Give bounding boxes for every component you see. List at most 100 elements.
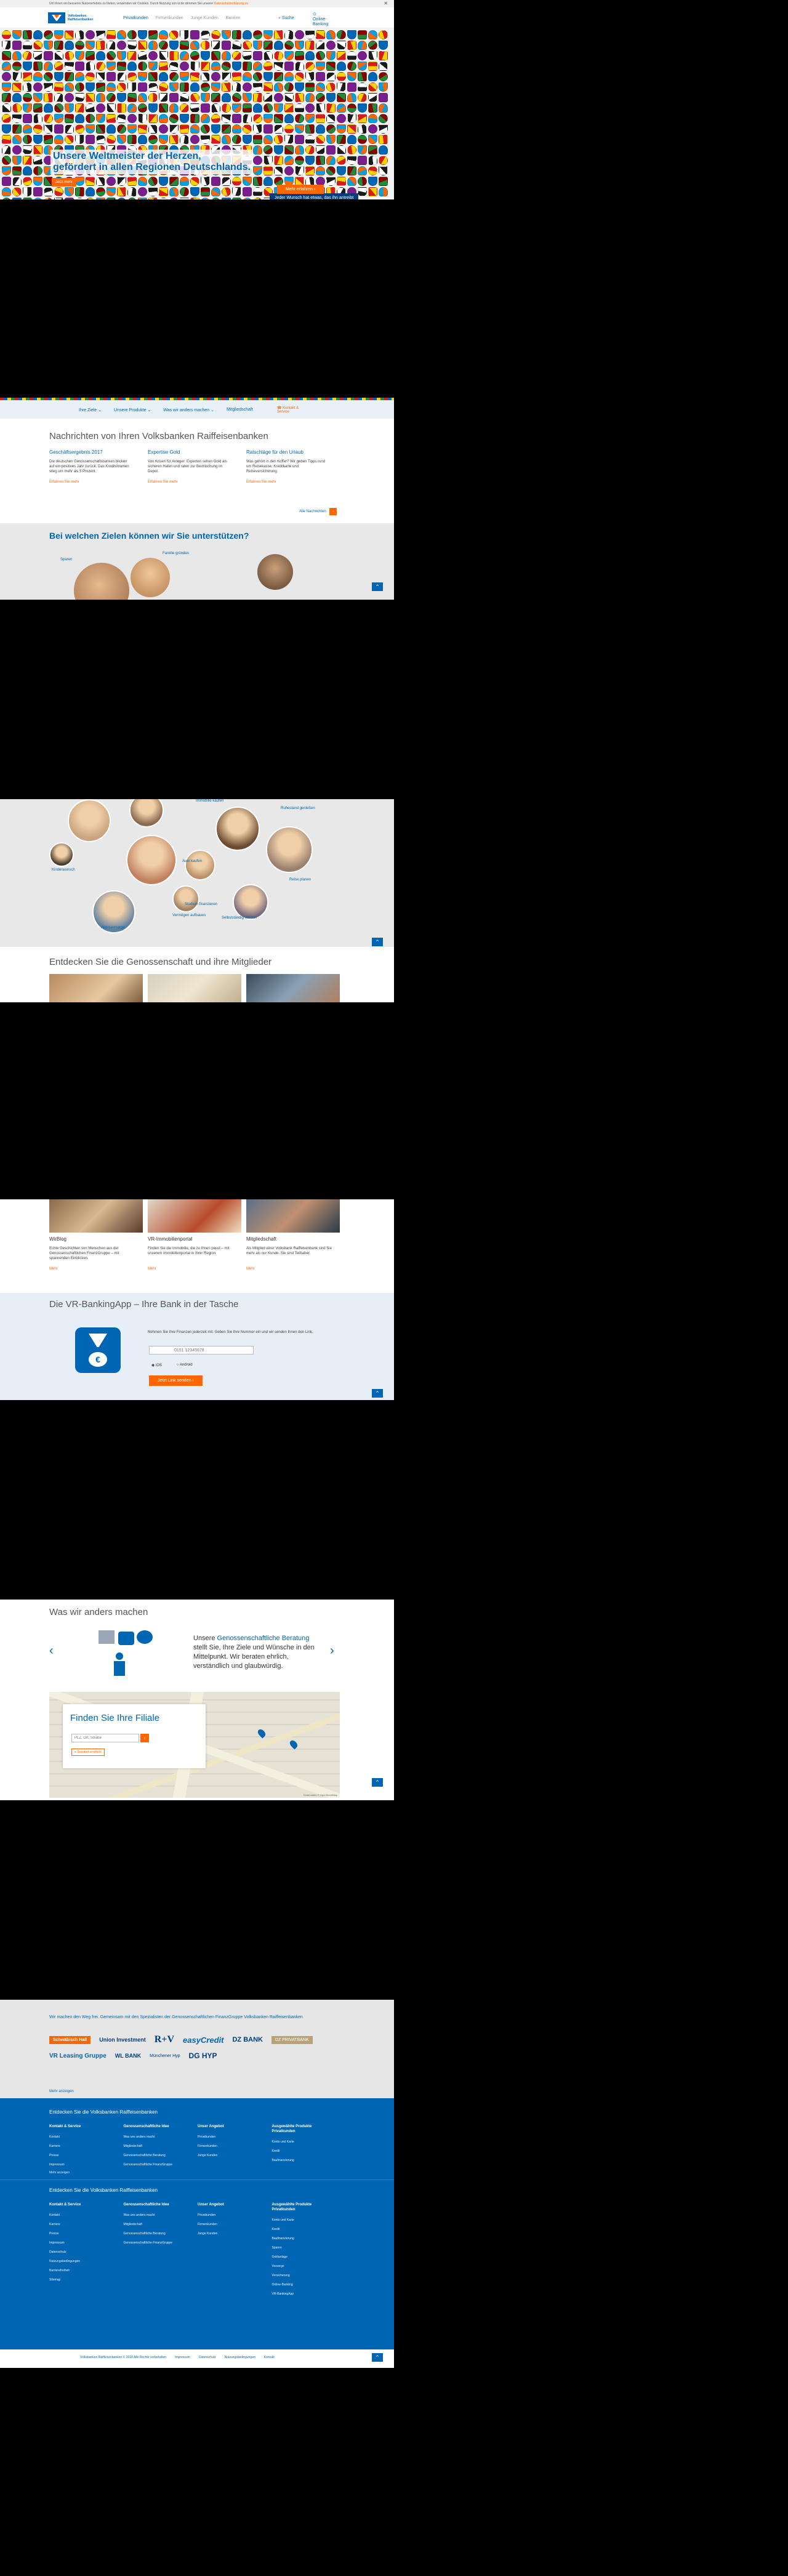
footer-link[interactable]: Sparen [272, 2246, 333, 2250]
partner-logo[interactable]: DZ BANK [232, 2036, 263, 2043]
goal-photo[interactable] [68, 799, 111, 842]
partners-more-link[interactable]: Mehr anzeigen [49, 2090, 74, 2093]
footer-link[interactable]: Junge Kunden [198, 2232, 259, 2236]
hero-left-button[interactable]: Jetzt mehr [52, 178, 77, 187]
ios-radio[interactable]: ◉ iOS [151, 1363, 162, 1367]
goal-label[interactable]: Kinderwunsch [52, 868, 75, 872]
hero-right-button[interactable]: Jeder Wunsch hat etwas, das ihn antreibt [270, 193, 359, 199]
footer-link[interactable]: Konto und Karte [272, 2218, 333, 2222]
send-link-button[interactable]: Jetzt Link senden › [149, 1375, 203, 1386]
search-button[interactable]: ⌕ Suche [278, 16, 294, 21]
goal-label[interactable]: Immobilie kaufen [196, 799, 223, 803]
subnav-mitgliedschaft[interactable]: Mitgliedschaft [227, 408, 253, 413]
footer-link[interactable]: Vorsorge [272, 2264, 333, 2268]
discover-image[interactable] [148, 974, 241, 1002]
partner-logo[interactable]: DG HYP [189, 2051, 217, 2060]
card-title[interactable]: WirBlog [49, 1236, 66, 1242]
carousel-next-button[interactable]: › [330, 1644, 334, 1658]
footer-link[interactable]: Presse [49, 2232, 110, 2236]
contact-service-link[interactable]: ☎ Kontakt & Service [277, 406, 308, 414]
advisory-link[interactable]: Genossenschaftliche Beratung [217, 1635, 310, 1642]
partner-logo[interactable]: DZ PRIVATBANK [271, 2035, 313, 2044]
footer-link[interactable]: Barrierefreiheit [49, 2269, 110, 2272]
footer-link[interactable]: Was uns anders macht [124, 2135, 185, 2139]
goal-photo[interactable] [185, 850, 215, 880]
goal-photo[interactable] [266, 826, 313, 873]
partner-logo[interactable]: easyCredit [183, 2035, 223, 2045]
news-item-link[interactable]: Erfahren Sie mehr [49, 480, 79, 484]
locate-button[interactable]: ⌖ Standort ermitteln [71, 1749, 105, 1756]
goal-photo[interactable] [126, 835, 177, 885]
hero-cta-button[interactable]: Mehr erfahren › [277, 185, 324, 194]
footer-link[interactable]: Mitgliedschaft [124, 2223, 185, 2226]
footer-link[interactable]: Geldanlage [272, 2255, 333, 2259]
goal-label[interactable]: Altersvorsorge [101, 926, 125, 930]
partner-logo[interactable]: VR Leasing Gruppe [49, 2053, 107, 2059]
footer-link[interactable]: Sitemap [49, 2278, 110, 2282]
card-link[interactable]: Mehr [49, 1267, 58, 1271]
carousel-prev-button[interactable]: ‹ [49, 1644, 54, 1658]
footer-link[interactable]: Karriere [49, 2223, 110, 2226]
footer-link[interactable]: Genossenschaftliche Beratung [124, 2232, 185, 2236]
card-title[interactable]: Mitgliedschaft [246, 1236, 276, 1242]
footer-link[interactable]: Impressum [49, 2241, 110, 2245]
news-item-title[interactable]: Expertise Gold [148, 449, 180, 455]
subnav-anders[interactable]: Was wir anders machen ⌄ [163, 408, 214, 413]
scroll-top-button[interactable]: ⌃ [372, 2353, 383, 2362]
discover-image[interactable] [49, 974, 143, 1002]
footer-link[interactable]: Nutzungsbedingungen [49, 2260, 110, 2263]
goal-photo[interactable] [233, 884, 268, 920]
footer-link[interactable]: Presse [49, 2154, 110, 2157]
goal-photo[interactable] [257, 554, 293, 590]
scroll-top-button[interactable]: ⌃ [372, 938, 383, 946]
discover-image[interactable] [246, 974, 340, 1002]
subnav-ziele[interactable]: Ihre Ziele ⌄ [79, 408, 102, 413]
news-item-link[interactable]: Erfahren Sie mehr [246, 480, 276, 484]
all-news-link[interactable]: Alle Nachrichten › [299, 508, 337, 515]
footer-link[interactable]: Karriere [49, 2144, 110, 2148]
goal-photo[interactable] [74, 563, 129, 600]
bottom-link[interactable]: Volksbanken Raiffeisenbanken © 2018 Alle… [80, 2356, 166, 2359]
goal-label-familie[interactable]: Familie gründen [163, 552, 189, 555]
partner-logo[interactable]: Union Investment [99, 2037, 146, 2043]
card-image[interactable] [49, 1199, 143, 1233]
footer-link[interactable]: Kredit [272, 2228, 333, 2231]
footer-link[interactable]: Baufinanzierung [272, 2159, 333, 2162]
partner-logo[interactable]: Schwäbisch Hall [49, 2035, 91, 2044]
footer-link[interactable]: Genossenschaftliche Beratung [124, 2154, 185, 2157]
goal-label-sparen[interactable]: Sparen [60, 558, 72, 561]
cookie-privacy-link[interactable]: Datenschutzerklärung zu [214, 2, 248, 6]
goal-photo[interactable] [172, 885, 199, 912]
footer-link[interactable]: Kontakt [49, 2135, 110, 2139]
partner-logo[interactable]: R+V [155, 2034, 174, 2045]
footer-link[interactable]: VR-BankingApp [272, 2292, 333, 2296]
card-image[interactable] [148, 1199, 241, 1233]
footer-link[interactable]: Baufinanzierung [272, 2237, 333, 2240]
news-item-title[interactable]: Geschäftsergebnis 2017 [49, 449, 103, 455]
footer-link[interactable]: Junge Kunden [198, 2154, 259, 2157]
goal-label[interactable]: Studium finanzieren [185, 903, 217, 906]
goal-photo[interactable] [131, 558, 170, 597]
close-icon[interactable]: ✕ [384, 0, 388, 7]
footer-link[interactable]: Genossenschaftliche FinanzGruppe [124, 2163, 185, 2167]
news-item-title[interactable]: Ratschläge für den Urlaub [246, 449, 304, 455]
scroll-top-button[interactable]: ⌃ [372, 1778, 383, 1787]
subnav-produkte[interactable]: Unsere Produkte ⌄ [114, 408, 151, 413]
footer-show-more[interactable]: Mehr anzeigen [49, 2171, 70, 2175]
bottom-link[interactable]: Kontakt [264, 2356, 275, 2359]
footer-link[interactable]: Kredit [272, 2149, 333, 2153]
footer-link[interactable]: Genossenschaftliche FinanzGruppe [124, 2241, 185, 2245]
footer-link[interactable]: Datenschutz [49, 2250, 110, 2254]
card-title[interactable]: VR-Immobilienportal [148, 1236, 192, 1242]
card-link[interactable]: Mehr [246, 1267, 255, 1271]
footer-link[interactable]: Konto und Karte [272, 2140, 333, 2144]
card-image[interactable] [246, 1199, 340, 1233]
footer-link[interactable]: Online-Banking [272, 2283, 333, 2287]
nav-privatkunden[interactable]: Privatkunden [123, 16, 148, 20]
partner-logo[interactable]: Münchener Hyp [150, 2054, 180, 2058]
news-item-link[interactable]: Erfahren Sie mehr [148, 480, 178, 484]
nav-banken[interactable]: Banken [226, 16, 241, 20]
card-link[interactable]: Mehr [148, 1267, 156, 1271]
bottom-link[interactable]: Nutzungsbedingungen [225, 2356, 255, 2359]
online-banking-button[interactable]: ⊙ Online- Banking [313, 12, 328, 27]
